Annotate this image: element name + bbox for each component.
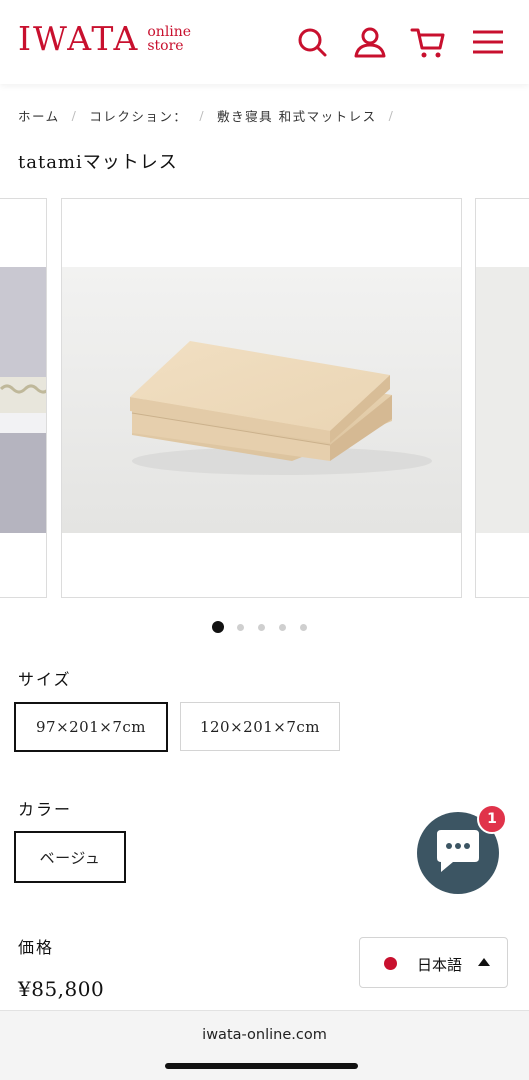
chat-unread-badge: 1 — [477, 804, 507, 834]
previous-slide[interactable] — [0, 198, 47, 598]
breadcrumb-separator: / — [388, 108, 395, 123]
size-option-97[interactable]: 97×201×7cm — [14, 702, 168, 752]
caret-up-icon — [478, 958, 490, 966]
site-logo[interactable]: IWATA online store — [18, 22, 191, 55]
carousel-pagination — [212, 621, 321, 633]
logo-subtitle: online store — [147, 25, 191, 53]
breadcrumb: ホーム / コレクション： / 敷き寝具 和式マットレス / — [18, 106, 406, 125]
product-image-carousel[interactable] — [0, 198, 529, 600]
search-icon[interactable] — [294, 24, 330, 60]
cart-icon[interactable] — [410, 24, 446, 60]
carousel-dot[interactable] — [279, 623, 286, 631]
browser-bottom-bar: iwata-online.com — [0, 1010, 529, 1080]
account-icon[interactable] — [352, 24, 388, 60]
logo-subtitle-line1: online — [147, 23, 192, 40]
language-current: 日本語 — [417, 956, 463, 974]
home-indicator[interactable] — [165, 1063, 358, 1069]
product-title: tatamiマットレス — [18, 152, 178, 173]
price-label: 価格 — [18, 938, 55, 957]
carousel-dot[interactable] — [258, 623, 265, 631]
breadcrumb-collection[interactable]: コレクション： — [89, 106, 187, 125]
language-selector[interactable]: 日本語 — [359, 937, 508, 988]
japan-flag-icon — [384, 957, 397, 970]
price-value: ¥85,800 — [18, 977, 105, 1001]
product-image[interactable] — [61, 198, 462, 598]
breadcrumb-separator: / — [71, 108, 78, 123]
logo-wordmark: IWATA — [18, 19, 140, 58]
browser-url[interactable]: iwata-online.com — [0, 1027, 529, 1043]
logo-subtitle-line2: store — [147, 37, 184, 54]
breadcrumb-separator: / — [199, 108, 206, 123]
color-label: カラー — [18, 800, 73, 819]
size-label: サイズ — [18, 670, 72, 689]
size-option-120[interactable]: 120×201×7cm — [180, 702, 340, 751]
breadcrumb-home[interactable]: ホーム — [18, 106, 60, 125]
carousel-dot[interactable] — [237, 623, 244, 631]
carousel-dot-active[interactable] — [212, 621, 224, 633]
menu-icon[interactable] — [470, 24, 506, 60]
next-slide[interactable] — [475, 198, 529, 598]
breadcrumb-category[interactable]: 敷き寝具 和式マットレス — [217, 106, 376, 125]
site-header: IWATA online store — [0, 0, 529, 84]
color-option-beige[interactable]: ベージュ — [14, 831, 126, 883]
carousel-dot[interactable] — [300, 623, 307, 631]
